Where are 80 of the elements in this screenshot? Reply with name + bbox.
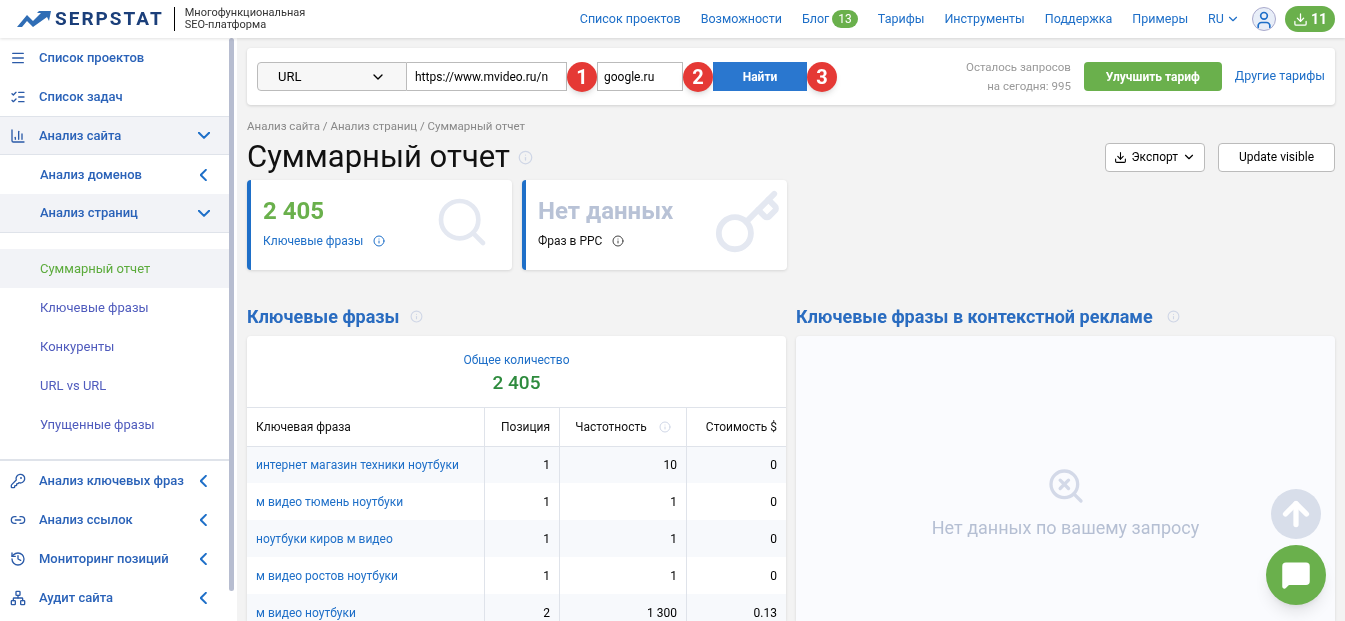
- step-number-badge: 3: [807, 61, 837, 92]
- card-value: Нет данных: [538, 196, 674, 227]
- nav-link[interactable]: Примеры: [1132, 9, 1189, 29]
- column-header[interactable]: Стоимость $: [686, 408, 786, 447]
- sidebar-link[interactable]: Конкуренты: [0, 327, 229, 366]
- keyword-link[interactable]: интернет магазин техники ноутбуки: [247, 446, 484, 484]
- sidebar-item[interactable]: Анализ ключевых фраз: [0, 461, 229, 500]
- breadcrumb: Анализ сайта / Анализ страниц / Суммарный отчет: [247, 118, 527, 135]
- bar-chart-icon: [10, 127, 26, 144]
- download-icon: [1292, 11, 1308, 27]
- info-icon: [517, 149, 533, 165]
- nav-link[interactable]: Блог 13: [801, 9, 858, 29]
- chevron-down-icon: [198, 132, 210, 139]
- table-cell: 1 300: [559, 594, 687, 621]
- chevron-left-icon: [200, 474, 207, 487]
- chevron-left-icon: [200, 168, 207, 181]
- card-label: Ключевые фразы: [263, 233, 364, 251]
- total-label: Общее количество: [463, 352, 570, 370]
- table-cell: 0.13: [686, 594, 786, 621]
- section-title: Ключевые фразы: [247, 304, 400, 329]
- info-icon: [658, 421, 671, 433]
- sidebar-item[interactable]: Список проектов: [0, 38, 229, 77]
- count-badge: 13: [832, 10, 858, 28]
- section-title: Ключевые фразы в контекстной рекламе: [796, 304, 1153, 329]
- tagline: Многофункциональная SEO-платформа: [184, 7, 306, 31]
- nav-link[interactable]: Тарифы: [877, 9, 925, 29]
- sidebar-item[interactable]: Анализ сайта: [0, 116, 229, 155]
- sidebar-subitem[interactable]: Анализ страниц: [0, 194, 229, 233]
- card-value: 2 405: [263, 196, 325, 227]
- chevron-left-icon: [200, 513, 207, 526]
- column-header[interactable]: Частотность: [559, 408, 687, 447]
- url-input[interactable]: https://www.mvideo.ru/n: [407, 62, 567, 91]
- chevron-left-icon: [200, 591, 207, 604]
- sidebar-link[interactable]: Ключевые фразы: [0, 288, 229, 327]
- avatar[interactable]: [1251, 7, 1276, 31]
- chevron-down-icon: [198, 209, 210, 217]
- chat-icon: [1281, 560, 1311, 590]
- column-header[interactable]: Позиция: [484, 408, 560, 447]
- key-icon: [10, 472, 26, 489]
- sidebar-link[interactable]: Упущенные фразы: [0, 405, 229, 444]
- requests-left-text: Осталось запросов на сегодня: 995: [966, 58, 1071, 95]
- keyword-link[interactable]: м видео ноутбуки: [247, 594, 484, 621]
- history-icon: [10, 550, 26, 567]
- info-icon: [409, 309, 423, 323]
- nav-link[interactable]: Возможности: [700, 9, 782, 29]
- hierarchy-icon: [10, 589, 26, 606]
- language-dropdown[interactable]: RU: [1208, 9, 1240, 29]
- keyword-link[interactable]: м видео ростов ноутбуки: [247, 557, 484, 595]
- sidebar-item[interactable]: Список задач: [0, 77, 229, 116]
- nav-link[interactable]: Список проектов: [579, 9, 681, 29]
- other-plans-link[interactable]: Другие тарифы: [1234, 67, 1325, 86]
- sidebar-item[interactable]: Аудит сайта: [0, 578, 229, 617]
- type-dropdown[interactable]: URL: [257, 62, 407, 91]
- card-label: Фраз в PPC: [538, 233, 603, 251]
- sidebar-item[interactable]: Анализ ссылок: [0, 500, 229, 539]
- column-header[interactable]: Ключевая фраза: [247, 408, 484, 447]
- search-engine-input[interactable]: google.ru: [597, 62, 683, 91]
- page-title: Суммарный отчет: [247, 137, 510, 178]
- step-number-badge: 2: [683, 61, 713, 92]
- info-icon: [1166, 309, 1180, 323]
- keyword-link[interactable]: м видео тюмень ноутбуки: [247, 483, 484, 521]
- nav-link[interactable]: Инструменты: [944, 9, 1025, 29]
- keyword-link[interactable]: ноутбуки киров м видео: [247, 520, 484, 558]
- info-icon: [373, 235, 386, 248]
- table-cell: 2: [484, 594, 560, 621]
- sidebar-item[interactable]: Мониторинг позиций: [0, 539, 229, 578]
- logo-wordmark: SERPSTAT: [55, 5, 164, 32]
- update-visible-button[interactable]: Update visible: [1218, 142, 1335, 172]
- logo-icon: [17, 11, 51, 27]
- export-button[interactable]: Экспорт: [1105, 142, 1206, 172]
- info-icon: [612, 235, 625, 248]
- download-icon: [1114, 150, 1128, 164]
- scrollbar[interactable]: [229, 38, 234, 591]
- total-value: 2 405: [492, 370, 541, 397]
- search-button[interactable]: Найти: [713, 62, 807, 91]
- step-number-badge: 1: [567, 61, 597, 92]
- sidebar-link[interactable]: URL vs URL: [0, 366, 229, 405]
- chevron-left-icon: [200, 552, 207, 565]
- empty-message: Нет данных по вашему запросу: [931, 516, 1200, 541]
- nav-link[interactable]: Поддержка: [1044, 9, 1113, 29]
